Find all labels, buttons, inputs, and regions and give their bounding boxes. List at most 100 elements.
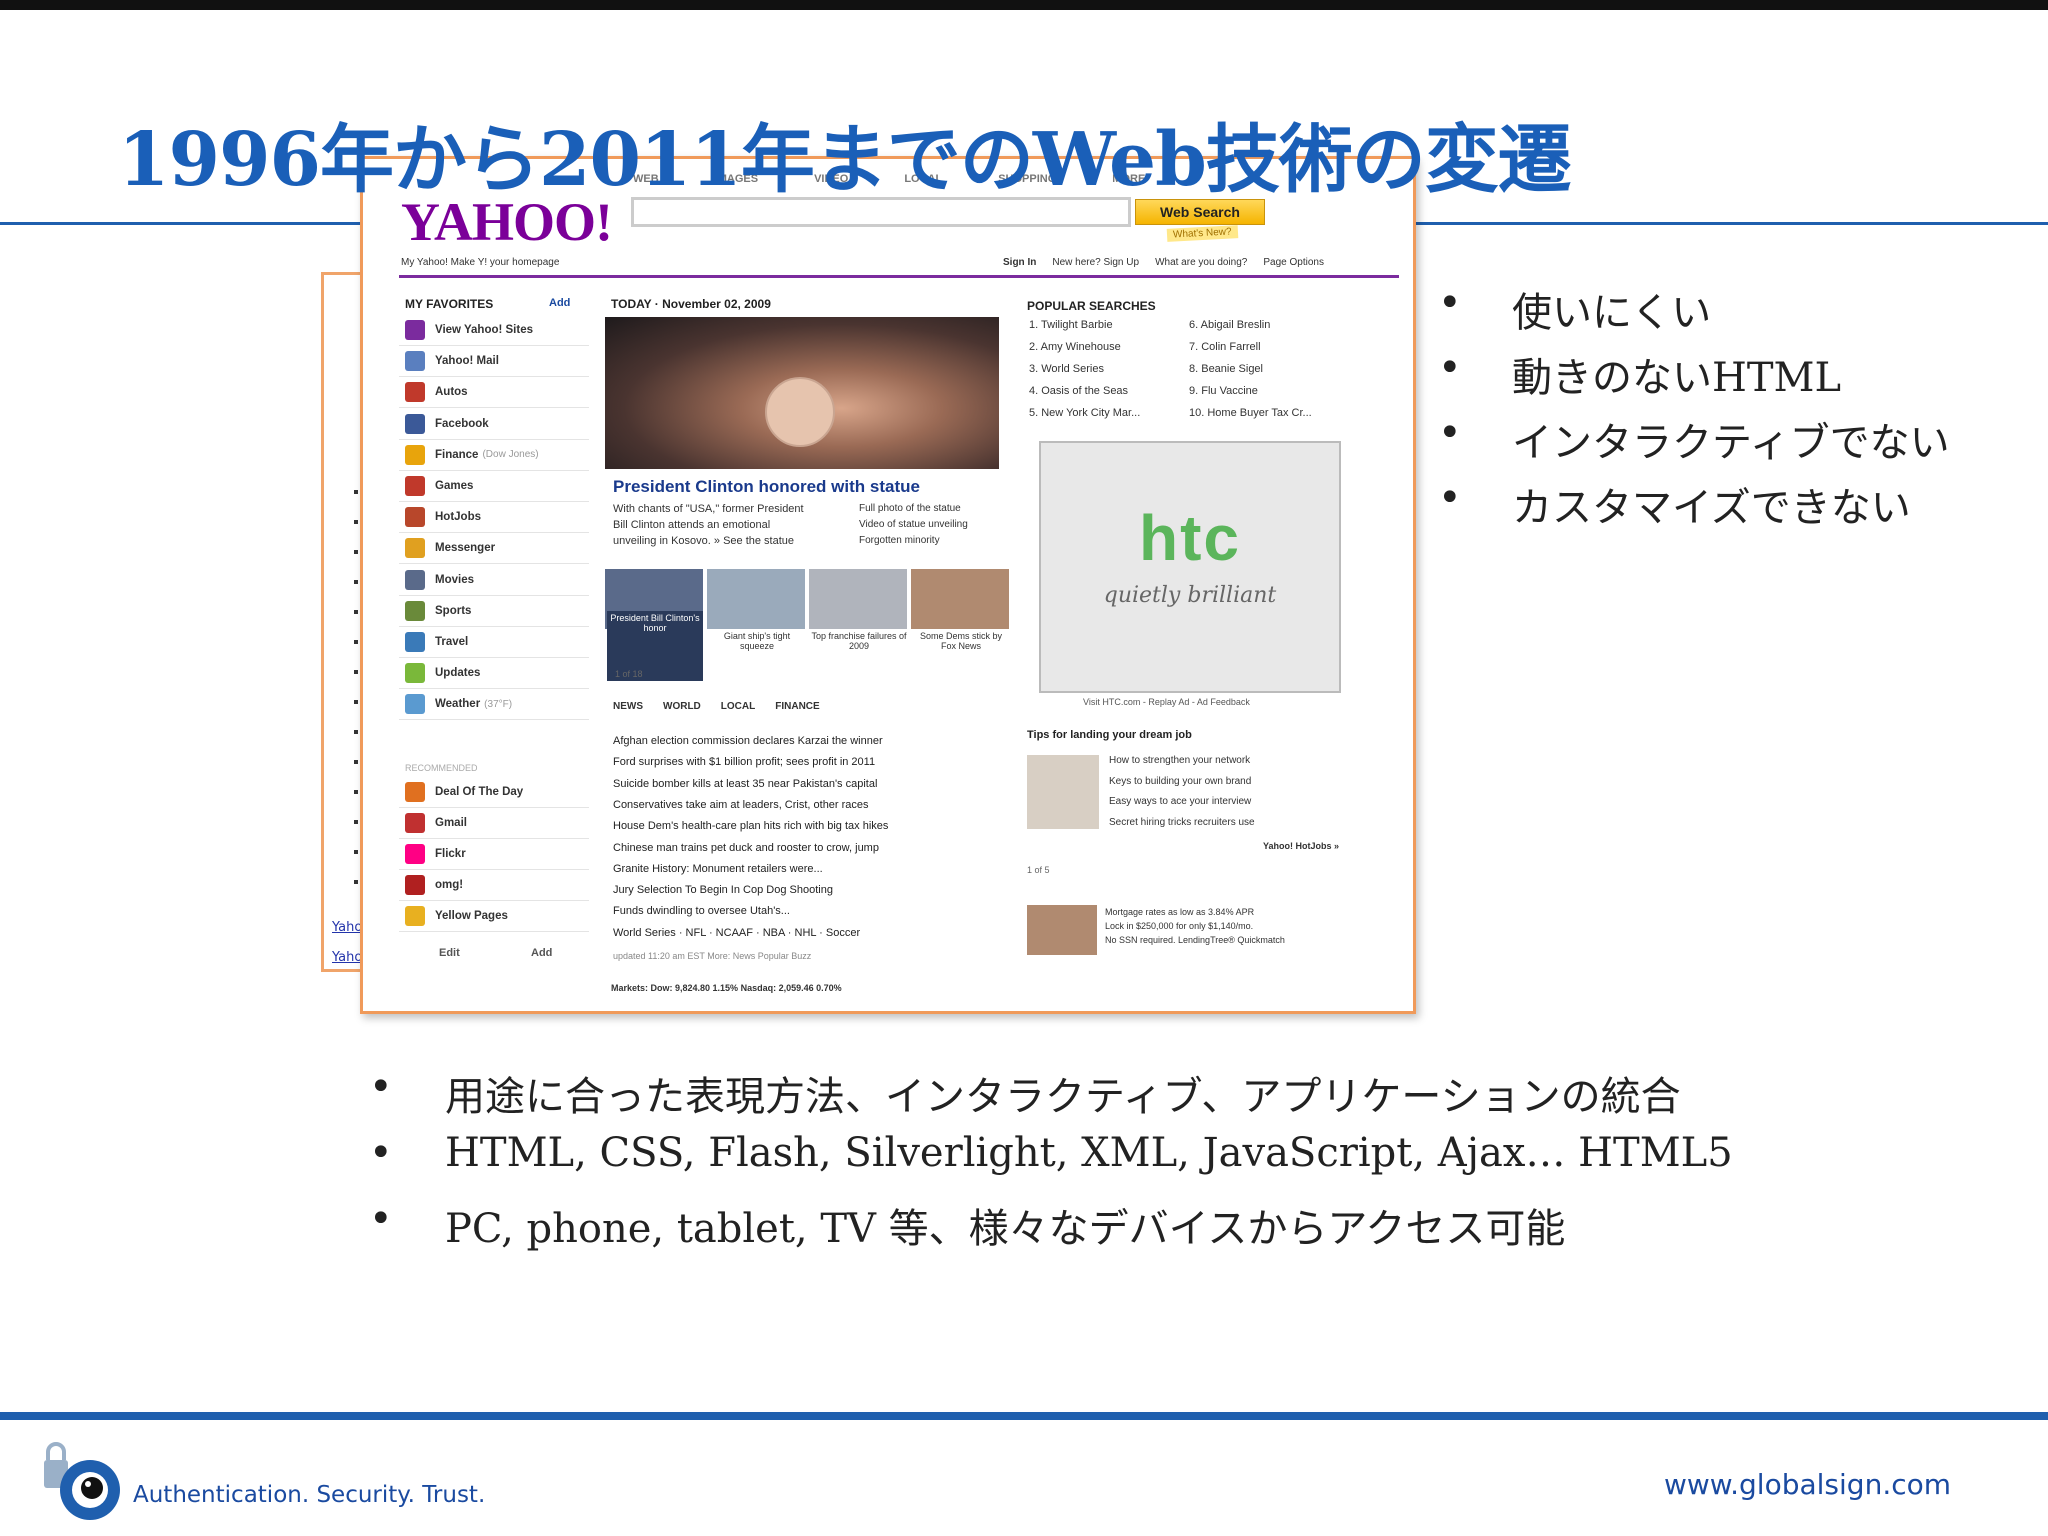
top-bar: [0, 0, 2048, 10]
favorite-item[interactable]: Movies: [399, 565, 589, 596]
bullet-dot: [354, 730, 358, 734]
favorite-icon: [405, 694, 425, 715]
bullet-item: • 使いにくい: [1430, 280, 1950, 345]
news-item[interactable]: House Dem's health-care plan hits rich w…: [613, 820, 888, 832]
news-tab-world[interactable]: WORLD: [663, 701, 701, 712]
tips-photo[interactable]: [1027, 755, 1099, 829]
tip-item[interactable]: Easy ways to ace your interview: [1109, 796, 1251, 807]
favorite-item[interactable]: Sports: [399, 596, 589, 627]
favorite-item[interactable]: Finance (Dow Jones): [399, 440, 589, 471]
news-item[interactable]: Chinese man trains pet duck and rooster …: [613, 842, 879, 854]
news-item[interactable]: Ford surprises with $1 billion profit; s…: [613, 756, 875, 768]
bullet-dot: [354, 760, 358, 764]
story-link[interactable]: Full photo of the statue: [859, 503, 961, 514]
news-item[interactable]: Suicide bomber kills at least 35 near Pa…: [613, 778, 877, 790]
popular-item[interactable]: 10. Home Buyer Tax Cr...: [1189, 407, 1312, 419]
recommended-icon: [405, 906, 425, 926]
popular-item[interactable]: 4. Oasis of the Seas: [1029, 385, 1128, 397]
page-options-link[interactable]: Page Options: [1263, 257, 1324, 268]
news-tab-news[interactable]: NEWS: [613, 701, 643, 712]
popular-item[interactable]: 7. Colin Farrell: [1189, 341, 1261, 353]
bullet-marker: •: [1438, 280, 1462, 326]
favorites-title: MY FAVORITES: [405, 297, 494, 311]
edit-link[interactable]: Edit: [439, 947, 460, 959]
sign-up-link[interactable]: New here? Sign Up: [1052, 257, 1139, 268]
add-favorite-link[interactable]: Add: [549, 297, 570, 309]
thumb-caption: Giant ship's tight squeeze: [723, 631, 791, 651]
bullet-dot: [354, 580, 358, 584]
favorite-item[interactable]: View Yahoo! Sites: [399, 315, 589, 346]
popular-item[interactable]: 5. New York City Mar...: [1029, 407, 1140, 419]
news-item[interactable]: World Series · NFL · NCAAF · NBA · NHL ·…: [613, 927, 860, 939]
news-item[interactable]: Conservatives take aim at leaders, Crist…: [613, 799, 869, 811]
whats-new-badge[interactable]: What's New?: [1166, 225, 1238, 242]
favorite-icon: [405, 320, 425, 340]
old-link[interactable]: Yaho: [332, 950, 362, 965]
favorite-label: Movies: [435, 573, 474, 586]
old-link[interactable]: Yaho: [332, 920, 362, 935]
htc-ad[interactable]: htc quietly brilliant: [1039, 441, 1341, 693]
favorite-item[interactable]: Autos: [399, 377, 589, 409]
favorite-item[interactable]: Messenger: [399, 533, 589, 565]
add-link[interactable]: Add: [531, 947, 552, 959]
news-item[interactable]: Afghan election commission declares Karz…: [613, 735, 883, 747]
bullet-text: インタラクティブでない: [1512, 420, 1950, 466]
recommended-label: Flickr: [435, 848, 466, 860]
news-item[interactable]: Funds dwindling to oversee Utah's...: [613, 905, 790, 917]
footer-url[interactable]: www.globalsign.com: [1664, 1468, 1951, 1501]
story-link[interactable]: Video of statue unveiling: [859, 519, 968, 530]
recommended-label: Deal Of The Day: [435, 786, 524, 798]
bullet-text: 用途に合った表現方法、インタラクティブ、アプリケーションの統合: [445, 1074, 1681, 1120]
sign-in-link[interactable]: Sign In: [1003, 257, 1036, 268]
popular-item[interactable]: 1. Twilight Barbie: [1029, 319, 1113, 331]
thumb-ship[interactable]: [707, 569, 805, 629]
favorite-item[interactable]: Travel: [399, 627, 589, 658]
favorite-item[interactable]: Facebook: [399, 409, 589, 440]
tip-item[interactable]: Keys to building your own brand: [1109, 776, 1251, 787]
tip-item[interactable]: How to strengthen your network: [1109, 755, 1250, 766]
popular-item[interactable]: 3. World Series: [1029, 363, 1104, 375]
mortgage-photo[interactable]: [1027, 905, 1097, 955]
today-photo[interactable]: [605, 317, 999, 469]
favorite-item[interactable]: Updates: [399, 658, 589, 690]
popular-item[interactable]: 2. Amy Winehouse: [1029, 341, 1121, 353]
tip-item[interactable]: Secret hiring tricks recruiters use: [1109, 817, 1255, 828]
favorite-label: Autos: [435, 386, 468, 399]
recommended-item[interactable]: Gmail: [399, 808, 589, 839]
favorite-label: Messenger: [435, 542, 496, 555]
bullet-marker: •: [369, 1196, 393, 1242]
recommended-item[interactable]: Yellow Pages: [399, 901, 589, 932]
news-tabs: NEWS WORLD LOCAL FINANCE: [613, 701, 820, 712]
popular-item[interactable]: 8. Beanie Sigel: [1189, 363, 1263, 375]
news-item[interactable]: Granite History: Monument retailers were…: [613, 863, 823, 875]
clinton-face: [765, 377, 835, 447]
popular-item[interactable]: 6. Abigail Breslin: [1189, 319, 1270, 331]
news-tab-finance[interactable]: FINANCE: [775, 701, 819, 712]
popular-item[interactable]: 9. Flu Vaccine: [1189, 385, 1258, 397]
recommended-label: Yellow Pages: [435, 910, 508, 922]
recommended-item[interactable]: omg!: [399, 870, 589, 901]
favorite-item[interactable]: Games: [399, 471, 589, 502]
story-link[interactable]: Forgotten minority: [859, 535, 940, 546]
status-link[interactable]: What are you doing?: [1155, 257, 1247, 268]
news-tab-local[interactable]: LOCAL: [721, 701, 755, 712]
today-headline[interactable]: President Clinton honored with statue: [613, 477, 920, 497]
favorite-item[interactable]: Yahoo! Mail: [399, 346, 589, 378]
favorite-label: View Yahoo! Sites: [435, 324, 534, 336]
ad-caption[interactable]: Visit HTC.com - Replay Ad - Ad Feedback: [1083, 697, 1250, 707]
bullet-dot: [354, 520, 358, 524]
thumb-franchise[interactable]: [809, 569, 907, 629]
my-yahoo-links[interactable]: My Yahoo! Make Y! your homepage: [401, 257, 559, 268]
recommended-item[interactable]: Flickr: [399, 839, 589, 870]
htc-logo: htc: [1139, 502, 1241, 574]
bullet-marker: •: [369, 1064, 393, 1110]
favorite-item[interactable]: Weather (37°F): [399, 689, 589, 721]
bullet-dot: [354, 700, 358, 704]
tips-source[interactable]: Yahoo! HotJobs »: [1263, 841, 1339, 851]
thumb-dems[interactable]: [911, 569, 1009, 629]
bullet-item: • 動きのないHTML: [1430, 345, 1950, 410]
favorite-item[interactable]: HotJobs: [399, 502, 589, 534]
news-item[interactable]: Jury Selection To Begin In Cop Dog Shoot…: [613, 884, 833, 896]
recommended-icon: [405, 844, 425, 864]
recommended-item[interactable]: Deal Of The Day: [399, 777, 589, 808]
